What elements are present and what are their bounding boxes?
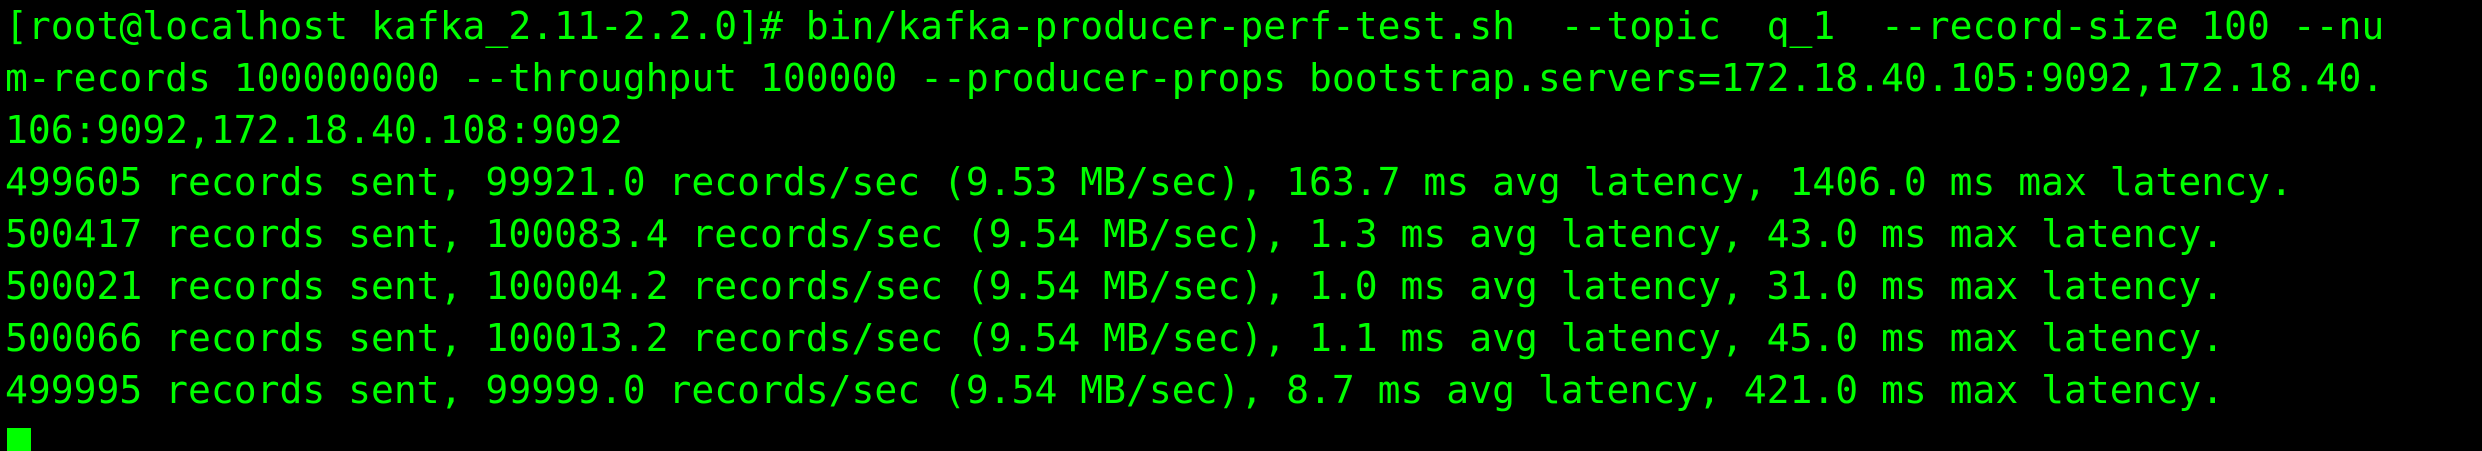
output-line: 499995 records sent, 99999.0 records/sec… xyxy=(5,368,2225,412)
command-line-wrap: 106:9092,172.18.40.108:9092 xyxy=(5,108,623,152)
output-line: 500021 records sent, 100004.2 records/se… xyxy=(5,264,2225,308)
output-line: 500417 records sent, 100083.4 records/se… xyxy=(5,212,2225,256)
output-line: 500066 records sent, 100013.2 records/se… xyxy=(5,316,2225,360)
command-line-wrap: m-records 100000000 --throughput 100000 … xyxy=(5,56,2385,100)
text-cursor xyxy=(7,428,31,451)
command-line: [root@localhost kafka_2.11-2.2.0]# bin/k… xyxy=(5,4,2385,48)
output-line: 499605 records sent, 99921.0 records/sec… xyxy=(5,160,2293,204)
prompt-input-line[interactable] xyxy=(5,416,2482,451)
terminal-window[interactable]: [root@localhost kafka_2.11-2.2.0]# bin/k… xyxy=(0,0,2482,451)
